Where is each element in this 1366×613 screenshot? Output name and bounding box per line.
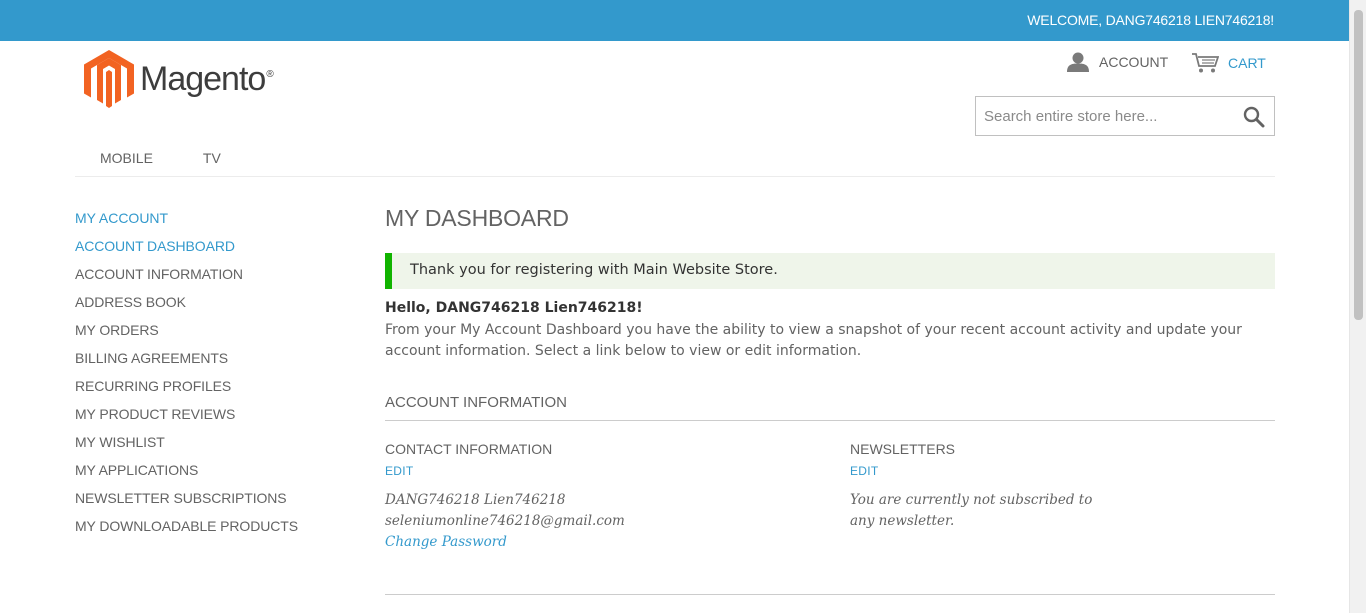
account-link[interactable]: ACCOUNT bbox=[1066, 52, 1168, 72]
cart-label: CART bbox=[1228, 55, 1266, 71]
vertical-scrollbar[interactable] bbox=[1349, 0, 1366, 613]
sidebar-item-recurring-profiles[interactable]: RECURRING PROFILES bbox=[75, 377, 365, 405]
contact-information-title: CONTACT INFORMATION bbox=[385, 441, 553, 457]
search-box bbox=[975, 96, 1275, 136]
hello-greeting: Hello, DANG746218 Lien746218! bbox=[385, 300, 643, 316]
sidebar-item-billing-agreements[interactable]: BILLING AGREEMENTS bbox=[75, 349, 365, 377]
nav-item-mobile[interactable]: MOBILE bbox=[100, 150, 153, 166]
bottom-divider bbox=[385, 594, 1275, 595]
cart-link[interactable]: CART bbox=[1191, 52, 1266, 74]
sidebar-item-product-reviews[interactable]: MY PRODUCT REVIEWS bbox=[75, 405, 365, 433]
account-information-heading: ACCOUNT INFORMATION bbox=[385, 394, 567, 411]
main-nav: MOBILE TV bbox=[75, 150, 246, 166]
sidebar-item-applications[interactable]: MY APPLICATIONS bbox=[75, 461, 365, 489]
contact-details: DANG746218 Lien746218 seleniumonline7462… bbox=[385, 490, 625, 553]
dashboard-intro: From your My Account Dashboard you have … bbox=[385, 322, 1242, 359]
success-message-text: Thank you for registering with Main Webs… bbox=[410, 262, 778, 278]
account-label: ACCOUNT bbox=[1099, 54, 1169, 70]
newsletters-status: You are currently not subscribed to any … bbox=[850, 492, 1093, 529]
magento-logo[interactable]: Magento® bbox=[84, 50, 274, 108]
top-bar: WELCOME, DANG746218 LIEN746218! bbox=[0, 0, 1349, 41]
sidebar-item-account-dashboard[interactable]: ACCOUNT DASHBOARD bbox=[75, 237, 365, 265]
logo-text: Magento® bbox=[140, 59, 274, 98]
cart-icon bbox=[1191, 52, 1219, 74]
sidebar-item-wishlist[interactable]: MY WISHLIST bbox=[75, 433, 365, 461]
change-password-link[interactable]: Change Password bbox=[385, 532, 625, 553]
page-title: MY DASHBOARD bbox=[385, 205, 569, 231]
section-divider bbox=[385, 420, 1275, 421]
sidebar-item-account-information[interactable]: ACCOUNT INFORMATION bbox=[75, 265, 365, 293]
contact-edit-link[interactable]: EDIT bbox=[385, 464, 414, 478]
search-button[interactable] bbox=[1242, 105, 1266, 129]
magento-logo-icon bbox=[84, 50, 134, 108]
search-input[interactable] bbox=[976, 97, 1231, 135]
sidebar-title: MY ACCOUNT bbox=[75, 210, 169, 226]
account-sidebar: MY ACCOUNT ACCOUNT DASHBOARD ACCOUNT INF… bbox=[75, 209, 365, 545]
nav-item-tv[interactable]: TV bbox=[203, 150, 221, 166]
search-icon bbox=[1243, 106, 1265, 128]
success-message: Thank you for registering with Main Webs… bbox=[385, 253, 1275, 289]
nav-divider bbox=[75, 176, 1275, 177]
contact-email: seleniumonline746218@gmail.com bbox=[385, 513, 625, 529]
newsletters-title: NEWSLETTERS bbox=[850, 441, 956, 457]
user-icon bbox=[1066, 52, 1090, 72]
sidebar-item-downloadable-products[interactable]: MY DOWNLOADABLE PRODUCTS bbox=[75, 517, 365, 545]
newsletters-edit-link[interactable]: EDIT bbox=[850, 464, 879, 478]
contact-name: DANG746218 Lien746218 bbox=[385, 492, 566, 508]
sidebar-item-newsletter-subscriptions[interactable]: NEWSLETTER SUBSCRIPTIONS bbox=[75, 489, 365, 517]
scrollbar-thumb[interactable] bbox=[1354, 10, 1363, 320]
dashboard-main: MY DASHBOARD bbox=[385, 205, 1275, 232]
welcome-message: WELCOME, DANG746218 LIEN746218! bbox=[1027, 12, 1274, 28]
sidebar-item-address-book[interactable]: ADDRESS BOOK bbox=[75, 293, 365, 321]
sidebar-item-my-orders[interactable]: MY ORDERS bbox=[75, 321, 365, 349]
